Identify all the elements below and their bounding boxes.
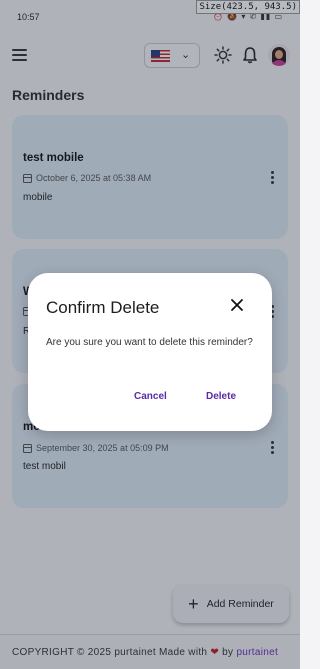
delete-button[interactable]: Delete <box>206 391 236 402</box>
dialog-title: Confirm Delete <box>46 298 160 317</box>
dialog-message: Are you sure you want to delete this rem… <box>46 337 253 348</box>
cancel-button[interactable]: Cancel <box>134 391 167 402</box>
close-icon[interactable] <box>229 297 245 313</box>
confirm-delete-dialog: Confirm Delete Are you sure you want to … <box>28 273 272 431</box>
